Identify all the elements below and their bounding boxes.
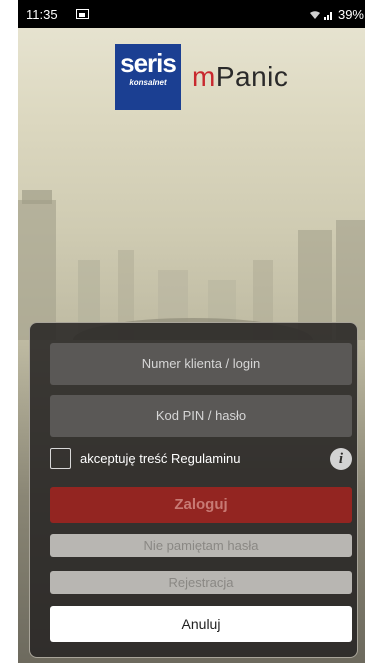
status-bar: 11:35 39% <box>18 0 365 28</box>
cancel-button[interactable]: Anuluj <box>50 606 352 642</box>
terms-label[interactable]: akceptuję treść Regulaminu <box>80 451 240 466</box>
forgot-password-button[interactable]: Nie pamiętam hasła <box>50 534 352 557</box>
terms-row: akceptuję treść Regulaminu i <box>50 448 352 472</box>
city-skyline-background <box>18 190 365 340</box>
app-title: mPanic <box>192 61 288 93</box>
logo-main-text: seris <box>120 48 177 78</box>
status-indicators: 39% <box>309 7 364 22</box>
login-panel: Numer klienta / login Kod PIN / hasło ak… <box>29 322 358 658</box>
login-button[interactable]: Zaloguj <box>50 487 352 523</box>
battery-percent: 39% <box>337 7 364 22</box>
app-title-rest: Panic <box>215 61 289 92</box>
seris-konsalnet-logo: seris konsalnet <box>115 44 181 110</box>
login-input[interactable]: Numer klienta / login <box>50 343 352 385</box>
pin-password-input[interactable]: Kod PIN / hasło <box>50 395 352 437</box>
terms-checkbox[interactable] <box>50 448 71 469</box>
image-notification-icon <box>76 9 89 19</box>
app-title-m: m <box>192 61 216 92</box>
status-time: 11:35 <box>26 7 58 22</box>
register-button[interactable]: Rejestracja <box>50 571 352 594</box>
brand-header: seris konsalnet mPanic <box>115 44 288 110</box>
logo-sub-text: konsalnet <box>129 78 167 87</box>
app-screen: 11:35 39% seris konsalnet mPanic Numer k… <box>18 0 365 663</box>
info-icon[interactable]: i <box>330 448 352 470</box>
wifi-icon <box>309 10 320 19</box>
signal-icon <box>323 11 332 20</box>
